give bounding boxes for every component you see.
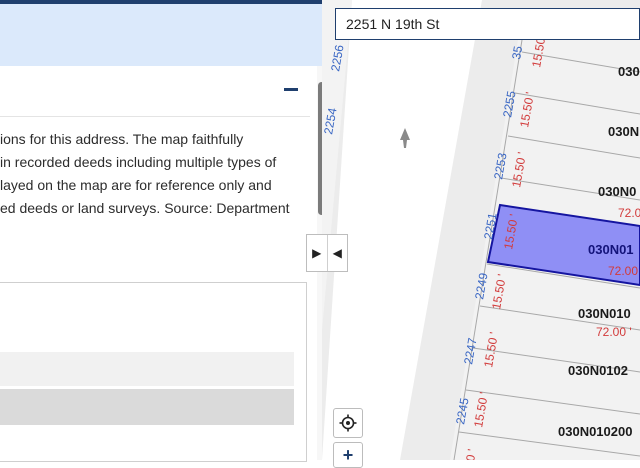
info-panel: ions for this address. The map faithfull… [0, 0, 327, 462]
description-line: ed deeds or land surveys. Source: Depart… [0, 200, 290, 216]
address-search-input[interactable] [335, 8, 640, 40]
depth-label: 72.00 [608, 264, 638, 278]
parcel-id-label: 030 [618, 64, 640, 79]
panel-collapse-toggle[interactable]: ▶ ◀ [306, 234, 348, 272]
parcel-id-label: 030N010 [578, 306, 631, 321]
header-banner [0, 4, 322, 66]
description-line: in recorded deeds including multiple typ… [0, 154, 277, 170]
description-line: ions for this address. The map faithfull… [0, 131, 244, 147]
table-row[interactable] [0, 352, 294, 386]
street-band [322, 0, 482, 460]
description-text: ions for this address. The map faithfull… [0, 128, 300, 220]
description-line: layed on the map are for reference only … [0, 177, 272, 193]
section-header [0, 67, 310, 117]
parcel-map[interactable]: 2256 2254 35 2255 2253 2251 2249 2247 22… [322, 0, 640, 460]
triangle-left-icon[interactable]: ◀ [326, 235, 348, 271]
minimize-button[interactable] [284, 88, 298, 91]
depth-label: 72.0 [618, 206, 640, 220]
map-canvas[interactable]: 2256 2254 35 2255 2253 2251 2249 2247 22… [322, 0, 640, 460]
zoom-in-button[interactable]: + [333, 442, 363, 468]
parcel-id-label: 030N010200 [558, 424, 632, 439]
triangle-right-icon[interactable]: ▶ [307, 235, 327, 271]
locate-button[interactable] [333, 408, 363, 438]
crosshair-icon [339, 414, 357, 432]
zoom-in-label: + [342, 444, 354, 465]
depth-label: 72.00 ' [596, 325, 632, 339]
parcel-id-label: 030N0 [598, 184, 636, 199]
table-row[interactable] [0, 389, 294, 425]
parcel-id-label: 030N01 [588, 242, 634, 257]
parcel-id-label: 030N0102 [568, 363, 628, 378]
street-number-label: 35 [509, 45, 525, 61]
parcel-id-label: 030N [608, 124, 639, 139]
